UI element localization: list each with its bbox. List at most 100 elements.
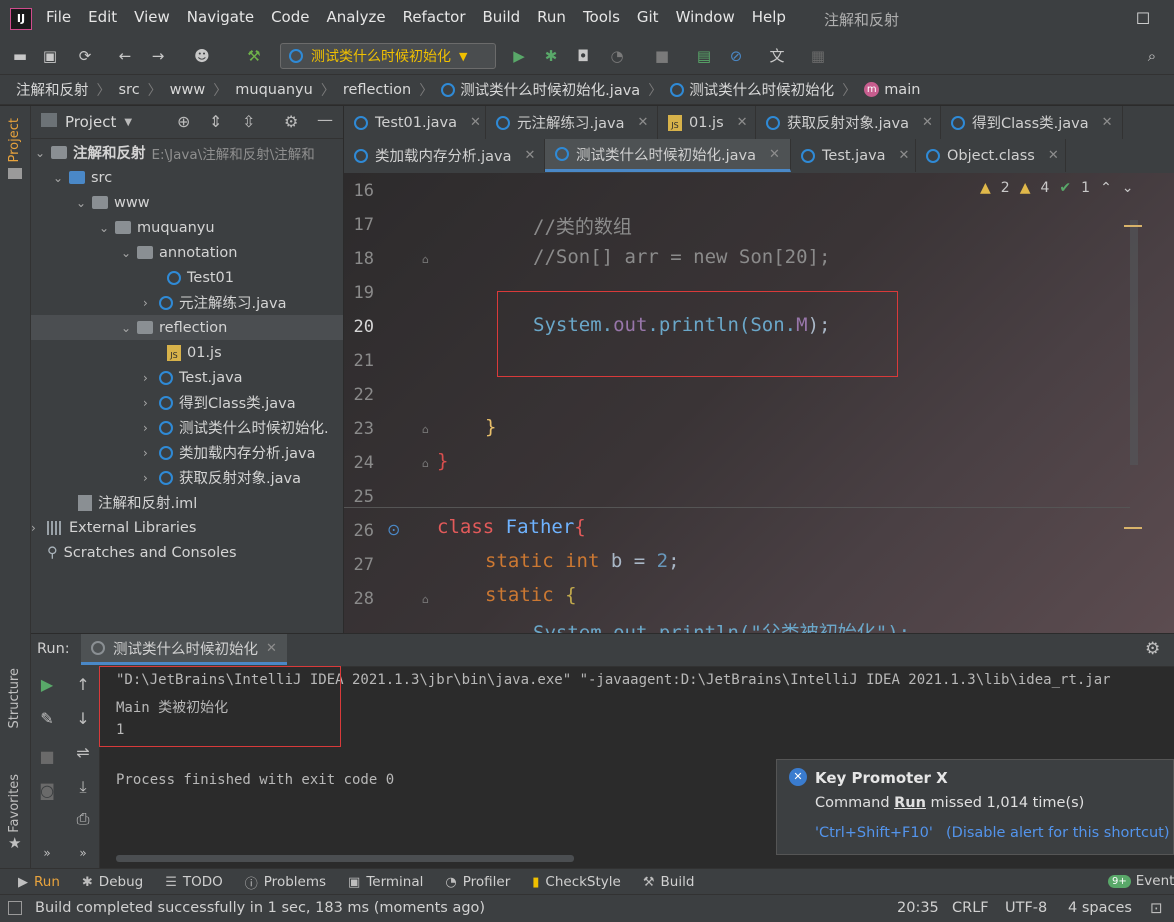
crumb-method[interactable]: m main <box>864 82 920 98</box>
coverage-icon[interactable]: ◘ <box>573 46 593 66</box>
arrow-up-icon[interactable]: ↑ <box>72 674 94 696</box>
tab-testinit[interactable]: 测试类什么时候初始化.java ✕ <box>545 139 791 172</box>
collapse-all-icon[interactable]: ⇳ <box>242 112 255 131</box>
expand-all-icon[interactable]: ⇕ <box>209 112 222 131</box>
menu-code[interactable]: Code <box>271 8 309 26</box>
locate-icon[interactable]: ⊕ <box>177 112 190 131</box>
fold-icon[interactable]: ⌂ <box>422 423 429 436</box>
overridden-icon[interactable]: ⊙ <box>387 520 400 539</box>
file-encoding[interactable]: UTF-8 <box>1005 900 1047 916</box>
warning-marker[interactable] <box>1124 225 1142 227</box>
tree-01js[interactable]: JS 01.js <box>151 340 222 365</box>
menu-view[interactable]: View <box>134 8 170 26</box>
tool-debug[interactable]: ✱ Debug <box>82 874 143 890</box>
tree-external-libraries[interactable]: › External Libraries <box>31 515 196 540</box>
back-icon[interactable]: ← <box>115 46 135 66</box>
tree-annotation[interactable]: ⌄ annotation <box>121 240 237 265</box>
soft-wrap-icon[interactable]: ⇌ <box>72 742 94 764</box>
forward-icon[interactable]: → <box>148 46 168 66</box>
tree-test-java[interactable]: › Test.java <box>143 365 243 390</box>
line-separator[interactable]: CRLF <box>952 900 989 916</box>
print-icon[interactable]: ⎙ <box>72 808 94 830</box>
tree-iml[interactable]: 注解和反射.iml <box>62 490 197 515</box>
tree-testinit[interactable]: › 测试类什么时候初始化. <box>143 415 329 440</box>
tree-src[interactable]: ⌄ src <box>53 165 112 190</box>
save-icon[interactable]: ▣ <box>40 46 60 66</box>
crumb-muquanyu[interactable]: muquanyu <box>235 82 313 98</box>
run-config-selector[interactable]: 测试类什么时候初始化 ▼ <box>280 43 496 69</box>
translate-icon[interactable]: 文 <box>767 46 787 66</box>
tool-profiler[interactable]: ◔ Profiler <box>445 874 510 890</box>
tool-build[interactable]: ⚒ Build <box>643 874 695 890</box>
editor-scrollbar[interactable] <box>1130 220 1138 465</box>
inspection-widget[interactable]: ▲ 2 ▲ 4 ✔ 1 ⌃ ⌄ <box>980 180 1134 196</box>
tab-meta-annotation[interactable]: 元注解练习.java ✕ <box>486 106 658 139</box>
rerun-icon[interactable]: ▶ <box>36 674 58 696</box>
crumb-reflection[interactable]: reflection <box>343 82 411 98</box>
more-icon[interactable]: » <box>36 842 58 864</box>
tool-todo[interactable]: ☰ TODO <box>165 874 223 890</box>
tree-meta-annotation[interactable]: › 元注解练习.java <box>143 290 287 315</box>
indent-setting[interactable]: 4 spaces <box>1068 900 1132 916</box>
gear-icon[interactable]: ⚙ <box>284 112 298 131</box>
warning-marker[interactable] <box>1124 527 1142 529</box>
sync-icon[interactable]: ⟳ <box>75 46 95 66</box>
fold-icon[interactable]: ⌂ <box>422 457 429 470</box>
promoter-shortcut-link[interactable]: 'Ctrl+Shift+F10' <box>815 825 933 841</box>
promoter-disable-link[interactable]: (Disable alert for this shortcut) <box>946 825 1170 841</box>
menu-tools[interactable]: Tools <box>583 8 620 26</box>
search-icon[interactable]: ⌕ <box>1142 46 1162 66</box>
menu-build[interactable]: Build <box>483 8 521 26</box>
tree-scratches[interactable]: ⚲ Scratches and Consoles <box>47 540 237 565</box>
tab-getclass[interactable]: 得到Class类.java ✕ <box>941 106 1123 139</box>
open-folder-icon[interactable]: ▬ <box>10 46 30 66</box>
favorites-side-tab[interactable]: Favorites <box>7 774 22 833</box>
run-icon[interactable]: ▶ <box>509 46 529 66</box>
toggle-tool-windows-icon[interactable] <box>8 901 22 915</box>
menu-navigate[interactable]: Navigate <box>187 8 254 26</box>
debug-icon[interactable]: ✱ <box>541 46 561 66</box>
structure-side-tab[interactable]: Structure <box>7 668 22 728</box>
stop-icon[interactable]: ■ <box>36 746 58 768</box>
tab-test[interactable]: Test.java ✕ <box>791 139 916 172</box>
user-icon[interactable]: ☻ <box>192 46 212 66</box>
tree-www[interactable]: ⌄ www <box>76 190 150 215</box>
tab-01js[interactable]: JS 01.js ✕ <box>658 106 756 139</box>
menu-help[interactable]: Help <box>752 8 786 26</box>
tree-test01[interactable]: Test01 <box>151 265 234 290</box>
menu-git[interactable]: Git <box>637 8 659 26</box>
maximize-button[interactable]: ☐ <box>1130 6 1156 32</box>
tab-getreflect[interactable]: 获取反射对象.java ✕ <box>756 106 941 139</box>
tool-problems[interactable]: ⓘ Problems <box>245 873 326 892</box>
menu-file[interactable]: File <box>46 8 71 26</box>
tree-getreflect[interactable]: › 获取反射对象.java <box>143 465 301 490</box>
lock-icon[interactable]: ⊡ <box>1150 899 1163 917</box>
run-tab[interactable]: 测试类什么时候初始化 ✕ <box>81 634 287 665</box>
stack-icon[interactable]: ▦ <box>808 46 828 66</box>
tab-classload[interactable]: 类加载内存分析.java ✕ <box>344 139 545 172</box>
tool-run[interactable]: ▶ Run <box>18 874 60 890</box>
fold-icon[interactable]: ⌂ <box>422 253 429 266</box>
console-scrollbar[interactable] <box>116 855 574 862</box>
wrench-icon[interactable]: ✎ <box>36 708 58 730</box>
tool-checkstyle[interactable]: ▮ CheckStyle <box>532 874 621 890</box>
crumb-file[interactable]: 测试类什么时候初始化.java <box>441 79 640 100</box>
project-side-tab[interactable]: Project <box>7 118 22 162</box>
tab-object-class[interactable]: Object.class ✕ <box>916 139 1066 172</box>
crumb-src[interactable]: src <box>119 82 140 98</box>
gear-icon[interactable]: ⚙ <box>1145 639 1160 659</box>
hide-panel-icon[interactable]: — <box>317 110 333 129</box>
build-hammer-icon[interactable]: ⚒ <box>244 46 264 66</box>
fold-icon[interactable]: ⌂ <box>422 593 429 606</box>
arrow-down-icon[interactable]: ↓ <box>72 708 94 730</box>
tree-classload[interactable]: › 类加载内存分析.java <box>143 440 316 465</box>
crumb-project[interactable]: 注解和反射 <box>16 79 89 100</box>
stop-icon[interactable]: ■ <box>652 46 672 66</box>
tool-event-log[interactable]: 9+ Event L <box>1108 873 1174 889</box>
tree-muquanyu[interactable]: ⌄ muquanyu <box>99 215 215 240</box>
menu-edit[interactable]: Edit <box>88 8 117 26</box>
crumb-www[interactable]: www <box>170 82 206 98</box>
menu-run[interactable]: Run <box>537 8 566 26</box>
camera-icon[interactable]: ◙ <box>36 780 58 802</box>
no-entry-icon[interactable]: ⊘ <box>726 46 746 66</box>
